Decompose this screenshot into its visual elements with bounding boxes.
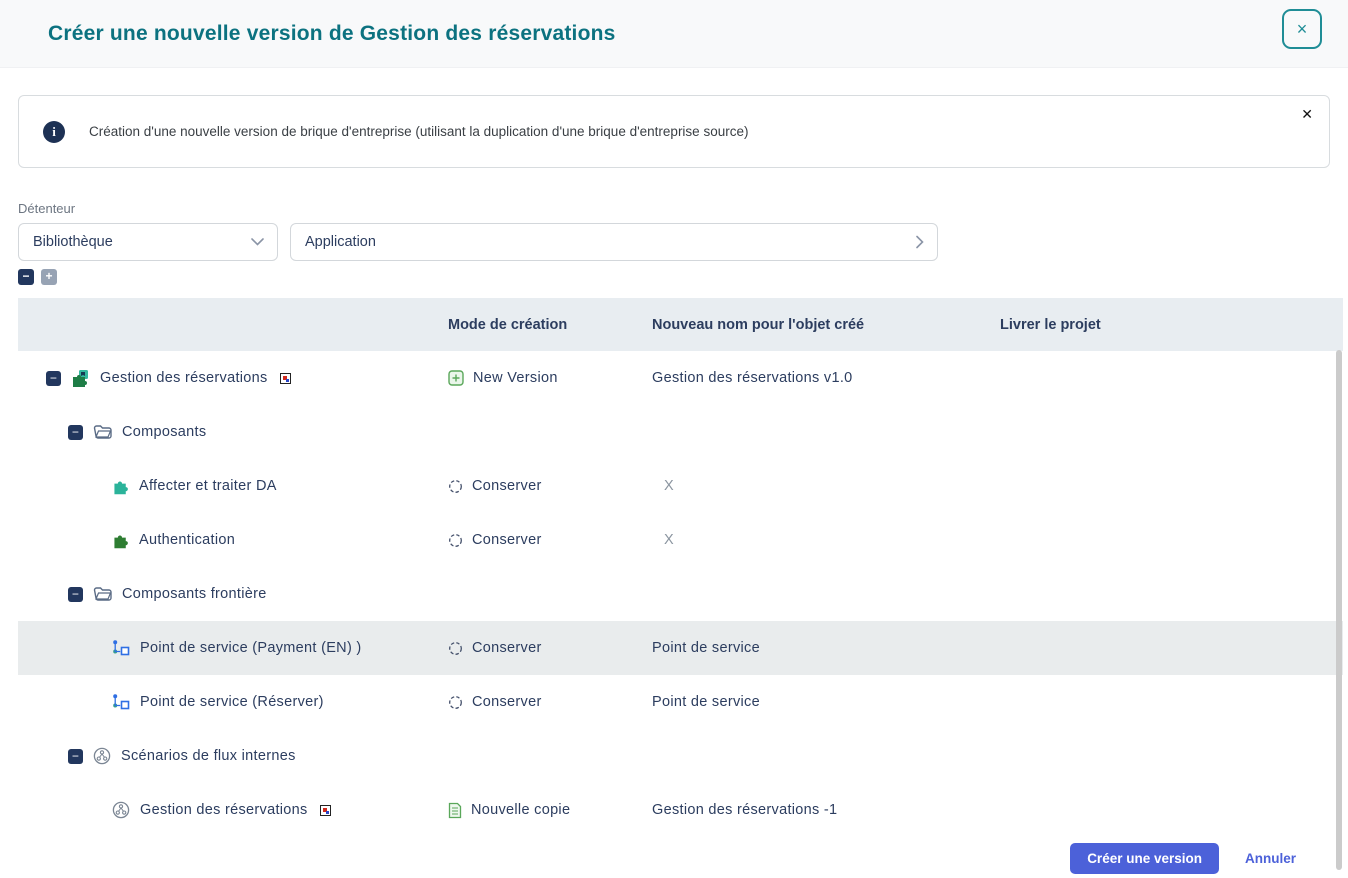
shortcut-badge-icon bbox=[319, 804, 331, 816]
table-row[interactable]: − Gestion des réservations New Version G… bbox=[18, 351, 1343, 405]
owner-section: Détenteur Bibliothèque Application bbox=[18, 201, 1330, 261]
creation-mode[interactable]: New Version bbox=[473, 370, 558, 386]
table-row[interactable]: − Composants bbox=[18, 405, 1343, 459]
owner-type-select[interactable]: Bibliothèque bbox=[18, 223, 278, 261]
table-row[interactable]: Point de service (Réserver) Conserver Po… bbox=[18, 675, 1343, 729]
new-object-name[interactable]: X bbox=[652, 532, 1000, 548]
owner-target-picker[interactable]: Application bbox=[290, 223, 938, 261]
node-label: Gestion des réservations bbox=[100, 370, 268, 386]
new-object-name[interactable]: Point de service bbox=[652, 694, 1000, 710]
close-icon: × bbox=[1296, 19, 1308, 39]
creation-mode[interactable]: Conserver bbox=[472, 532, 542, 548]
service-point-icon bbox=[112, 693, 130, 711]
table-row[interactable]: − Scénarios de flux internes bbox=[18, 729, 1343, 783]
node-label: Affecter et traiter DA bbox=[139, 478, 277, 494]
component-icon bbox=[112, 532, 129, 549]
copy-icon bbox=[448, 802, 462, 819]
creation-mode[interactable]: Conserver bbox=[472, 640, 542, 656]
new-object-name[interactable]: Gestion des réservations v1.0 bbox=[652, 370, 1000, 386]
version-table: Mode de création Nouveau nom pour l'obje… bbox=[18, 298, 1343, 837]
shortcut-badge-icon bbox=[279, 372, 291, 384]
chevron-down-icon bbox=[251, 238, 264, 246]
node-label: Authentication bbox=[139, 532, 236, 548]
chevron-right-icon bbox=[916, 235, 924, 249]
info-icon: i bbox=[43, 120, 65, 143]
tree-controls: − + bbox=[18, 269, 1330, 285]
collapse-node-button[interactable]: − bbox=[68, 424, 83, 440]
table-row[interactable]: Affecter et traiter DA Conserver X bbox=[18, 459, 1343, 513]
dialog-footer: Créer une version Annuler bbox=[0, 843, 1296, 874]
table-header: Mode de création Nouveau nom pour l'obje… bbox=[18, 298, 1343, 351]
table-row-selected[interactable]: Point de service (Payment (EN) ) Conserv… bbox=[18, 621, 1343, 675]
node-label: Scénarios de flux internes bbox=[121, 748, 296, 764]
new-object-name[interactable]: X bbox=[652, 478, 1000, 494]
service-point-icon bbox=[112, 639, 130, 657]
expand-all-button[interactable]: + bbox=[41, 269, 57, 285]
application-icon bbox=[71, 369, 90, 388]
new-version-icon bbox=[448, 370, 464, 386]
collapse-node-button[interactable]: − bbox=[68, 586, 83, 602]
column-header-new-name: Nouveau nom pour l'objet créé bbox=[652, 316, 865, 333]
keep-icon bbox=[448, 641, 463, 656]
table-row[interactable]: Gestion des réservations Nouvelle copie … bbox=[18, 783, 1343, 837]
collapse-all-button[interactable]: − bbox=[18, 269, 34, 285]
keep-icon bbox=[448, 695, 463, 710]
owner-type-value: Bibliothèque bbox=[33, 234, 113, 250]
dialog-header: Créer une nouvelle version de Gestion de… bbox=[0, 0, 1348, 68]
collapse-node-button[interactable]: − bbox=[46, 370, 61, 386]
new-object-name[interactable]: Gestion des réservations -1 bbox=[652, 802, 1000, 818]
folder-icon bbox=[93, 424, 112, 440]
new-object-name[interactable]: Point de service bbox=[652, 640, 1000, 656]
table-row[interactable]: − Composants frontière bbox=[18, 567, 1343, 621]
create-version-button[interactable]: Créer une version bbox=[1070, 843, 1219, 874]
component-icon bbox=[112, 478, 129, 495]
table-row[interactable]: Authentication Conserver X bbox=[18, 513, 1343, 567]
close-dialog-button[interactable]: × bbox=[1282, 9, 1322, 49]
node-label: Gestion des réservations bbox=[140, 802, 308, 818]
node-label: Composants frontière bbox=[122, 586, 267, 602]
owner-target-value: Application bbox=[305, 234, 376, 250]
keep-icon bbox=[448, 533, 463, 548]
scenario-icon bbox=[93, 747, 111, 765]
scenario-icon bbox=[112, 801, 130, 819]
vertical-scrollbar[interactable] bbox=[1336, 350, 1342, 870]
owner-label: Détenteur bbox=[18, 201, 76, 216]
node-label: Point de service (Payment (EN) ) bbox=[140, 640, 362, 656]
node-label: Composants bbox=[122, 424, 207, 440]
info-banner: i Création d'une nouvelle version de bri… bbox=[18, 95, 1330, 168]
info-banner-text: Création d'une nouvelle version de briqu… bbox=[89, 124, 749, 139]
column-header-deliver: Livrer le projet bbox=[1000, 316, 1101, 333]
node-label: Point de service (Réserver) bbox=[140, 694, 324, 710]
creation-mode[interactable]: Conserver bbox=[472, 478, 542, 494]
page-title: Créer une nouvelle version de Gestion de… bbox=[48, 21, 616, 45]
folder-icon bbox=[93, 586, 112, 602]
banner-close-icon[interactable]: ✕ bbox=[1301, 106, 1313, 123]
creation-mode[interactable]: Conserver bbox=[472, 694, 542, 710]
cancel-button[interactable]: Annuler bbox=[1245, 851, 1296, 866]
collapse-node-button[interactable]: − bbox=[68, 748, 83, 764]
creation-mode[interactable]: Nouvelle copie bbox=[471, 802, 570, 818]
keep-icon bbox=[448, 479, 463, 494]
column-header-mode: Mode de création bbox=[448, 316, 568, 333]
